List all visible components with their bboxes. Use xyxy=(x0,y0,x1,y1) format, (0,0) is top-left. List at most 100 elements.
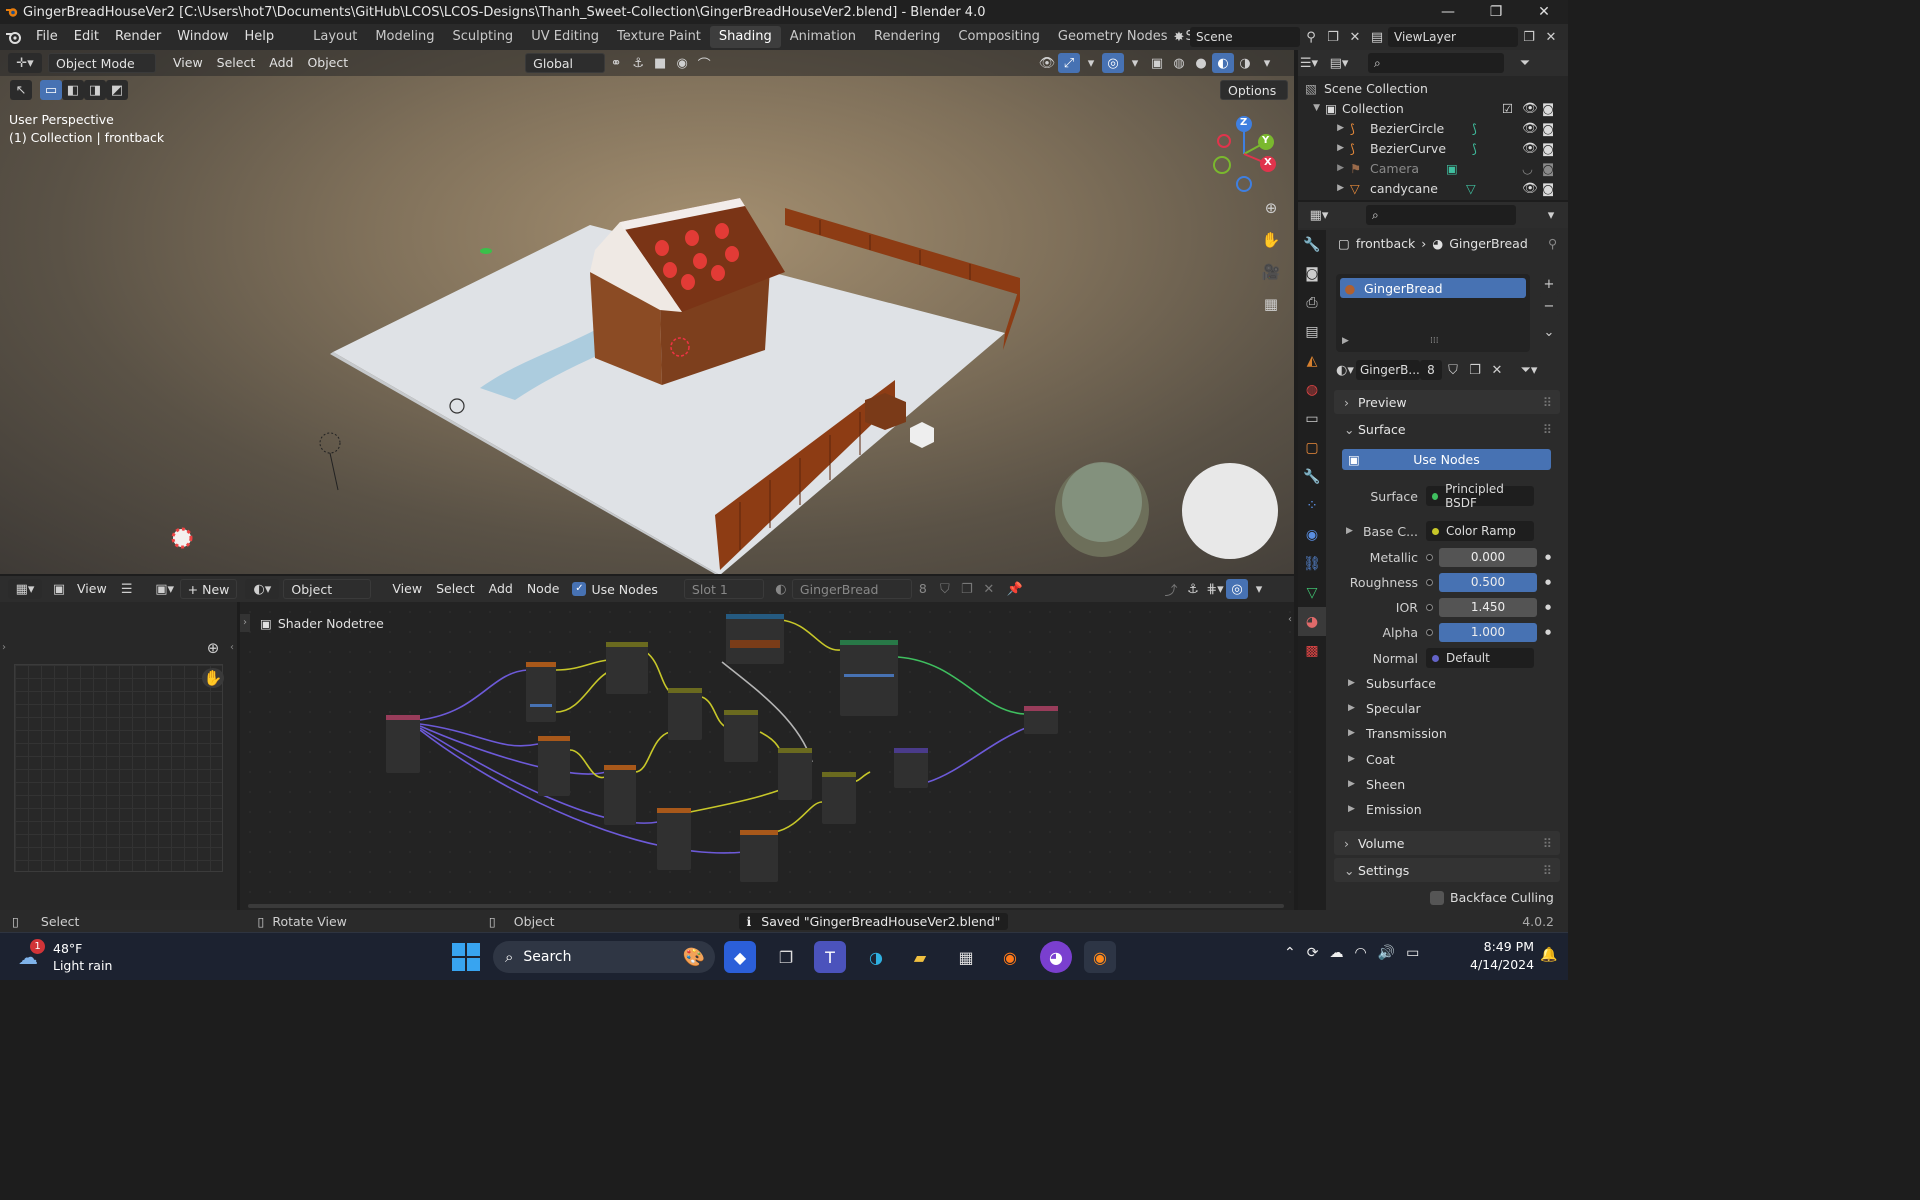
gizmo-toggle-icon[interactable]: ⤢ xyxy=(1058,53,1080,73)
status-message[interactable]: ℹ Saved "GingerBreadHouseVer2.blend" xyxy=(738,912,1009,930)
menu-file[interactable]: File xyxy=(28,24,66,50)
node-menu-node[interactable]: Node xyxy=(520,579,567,599)
material-users-count[interactable]: 8 xyxy=(1420,360,1442,380)
keyframe-dot-icon[interactable]: ● xyxy=(1545,603,1551,611)
expand-chevron-icon[interactable]: ▶ xyxy=(1298,143,1350,153)
surface-panel-header[interactable]: ⌄ Surface ⠿ xyxy=(1334,417,1560,441)
collection-tab-icon[interactable]: ▭ xyxy=(1298,404,1326,433)
keyframe-dot-icon[interactable]: ● xyxy=(1545,578,1551,586)
world-tab-icon[interactable]: ◍ xyxy=(1298,375,1326,404)
node-menu-add[interactable]: Add xyxy=(482,579,520,599)
maximize-button[interactable]: ❐ xyxy=(1472,0,1520,24)
pan-hand-icon[interactable]: ✋ xyxy=(1258,228,1284,252)
edge-app-icon[interactable]: ◑ xyxy=(860,941,892,973)
image-browse-icon[interactable]: ▣▾ xyxy=(154,579,176,599)
shader-node-editor[interactable]: › ▣ Shader Nodetree ‹ xyxy=(240,602,1294,910)
image-editor-type-icon[interactable]: ▦▾ xyxy=(8,579,42,599)
collection-row[interactable]: ▼ ▣ Collection ☑ 👁 ◙ xyxy=(1298,98,1568,118)
firefox-app-icon[interactable]: ◉ xyxy=(994,941,1026,973)
outliner-item-candycane[interactable]: ▶ ▽ candycane ▽ 👁 ◙ xyxy=(1298,178,1568,198)
node-fake-user-icon[interactable]: ⛉ xyxy=(934,579,956,599)
drag-handle-icon[interactable]: ⠿ xyxy=(1543,422,1552,437)
view-layer-selector[interactable]: ViewLayer xyxy=(1388,27,1518,47)
resize-grip-icon[interactable]: ⁞⁞⁞ xyxy=(1430,336,1439,346)
use-nodes-button[interactable]: ▣ Use Nodes xyxy=(1342,449,1551,470)
xray-icon[interactable]: ▣ xyxy=(1146,53,1168,73)
pivot-icon[interactable]: ⚭ xyxy=(605,53,627,73)
outliner-item-beziercurve[interactable]: ▶ ⟆ BezierCurve ⟆ 👁 ◙ xyxy=(1298,138,1568,158)
viewport-menu-object[interactable]: Object xyxy=(300,53,355,73)
pin-scene-icon[interactable]: ⚲ xyxy=(1300,27,1322,47)
modifier-tab-icon[interactable]: 🔧 xyxy=(1298,462,1326,491)
menu-help[interactable]: Help xyxy=(237,24,283,50)
surface-shader-selector[interactable]: Principled BSDF xyxy=(1426,482,1534,510)
navigation-gizmo[interactable]: Z Y X xyxy=(1208,114,1280,194)
scene-tab-icon[interactable]: ◭ xyxy=(1298,346,1326,375)
unlink-material-icon[interactable]: ✕ xyxy=(1486,360,1508,380)
pin-node-tree-icon[interactable]: 📌 xyxy=(1004,579,1026,599)
viewport-menu-view[interactable]: View xyxy=(166,53,210,73)
new-view-layer-icon[interactable]: ❐ xyxy=(1518,27,1540,47)
render-camera-icon[interactable]: ◙ xyxy=(1542,121,1554,136)
menu-window[interactable]: Window xyxy=(169,24,236,50)
node-duplicate-icon[interactable]: ❐ xyxy=(956,579,978,599)
view-layer-tab-icon[interactable]: ▤ xyxy=(1298,317,1326,346)
hamburger-menu-icon[interactable]: ☰ xyxy=(116,579,138,599)
metallic-field[interactable]: 0.000 xyxy=(1439,547,1537,567)
falloff-icon[interactable]: ⌒ xyxy=(693,53,715,73)
start-button[interactable] xyxy=(452,943,480,971)
drag-handle-icon[interactable]: ⠿ xyxy=(1543,395,1552,410)
image-pan-hand-icon[interactable]: ✋ xyxy=(202,668,224,688)
notification-bell-icon[interactable]: 🔔 xyxy=(1540,947,1557,963)
visibility-eye-icon[interactable]: 👁 xyxy=(1522,100,1538,116)
material-browse-icon[interactable]: ◐▾ xyxy=(1334,360,1356,380)
editor-type-icon[interactable]: ✛▾ xyxy=(8,53,42,73)
snap-icon[interactable]: ⚓ xyxy=(627,53,649,73)
tab-rendering[interactable]: Rendering xyxy=(865,26,949,48)
visibility-icon[interactable]: 👁 xyxy=(1036,53,1058,73)
data-tab-icon[interactable]: ▽ xyxy=(1298,578,1326,607)
specular-subpanel[interactable]: ▶ Specular xyxy=(1348,697,1558,719)
subsurface-subpanel[interactable]: ▶ Subsurface xyxy=(1348,672,1558,694)
tab-compositing[interactable]: Compositing xyxy=(949,26,1049,48)
blender-menu-icon[interactable] xyxy=(0,30,28,44)
expand-chevron-icon[interactable]: ▶ xyxy=(1298,183,1350,193)
outliner-search-input[interactable]: ⌕ xyxy=(1368,53,1504,73)
drag-handle-icon[interactable]: ⠿ xyxy=(1543,863,1552,878)
github-desktop-icon[interactable]: ◕ xyxy=(1040,941,1072,973)
node-editor-type-icon[interactable]: ◐▾ xyxy=(245,579,280,599)
minimize-button[interactable]: — xyxy=(1424,0,1472,24)
node-material-field[interactable]: GingerBread xyxy=(791,579,912,599)
preview-panel-header[interactable]: › Preview ⠿ xyxy=(1334,390,1560,414)
sheen-subpanel[interactable]: ▶ Sheen xyxy=(1348,773,1558,795)
snap-target-icon[interactable]: ■ xyxy=(649,53,671,73)
gizmo-options-icon[interactable]: ▾ xyxy=(1080,53,1102,73)
material-tab-icon[interactable]: ◕ xyxy=(1298,607,1326,636)
menu-render[interactable]: Render xyxy=(107,24,169,50)
ior-field[interactable]: 1.450 xyxy=(1439,597,1537,617)
texture-tab-icon[interactable]: ▩ xyxy=(1298,636,1326,665)
toolbar-expand-arrow-icon[interactable]: › xyxy=(2,642,6,653)
select-tool-icon[interactable]: ↖ xyxy=(10,80,32,100)
drag-handle-icon[interactable]: ⠿ xyxy=(1543,836,1552,851)
select-subtract-icon[interactable]: ◨ xyxy=(84,80,106,100)
backface-culling-checkbox[interactable]: Backface Culling xyxy=(1430,890,1554,905)
material-slot-selector[interactable]: Slot 1 xyxy=(683,579,764,599)
close-button[interactable]: ✕ xyxy=(1520,0,1568,24)
render-camera-icon[interactable]: ◙ xyxy=(1542,141,1554,156)
add-slot-icon[interactable]: + xyxy=(1538,274,1560,294)
image-zoom-icon[interactable]: ⊕ xyxy=(202,638,224,658)
render-camera-icon[interactable]: ◙ xyxy=(1542,101,1554,116)
wifi-icon[interactable]: ◠ xyxy=(1354,945,1366,961)
material-link-icon[interactable]: ⏷▾ xyxy=(1518,360,1540,380)
expand-chevron-icon[interactable]: ▶ xyxy=(1346,526,1353,536)
transform-orientation-selector[interactable]: Global xyxy=(525,53,606,73)
select-intersect-icon[interactable]: ◩ xyxy=(106,80,128,100)
material-slot-item[interactable]: ● GingerBread xyxy=(1340,278,1526,298)
expand-chevron-icon[interactable]: ▶ xyxy=(1298,123,1350,133)
slot-expand-icon[interactable]: ▶ xyxy=(1342,336,1349,346)
render-camera-icon[interactable]: ◙ xyxy=(1542,181,1554,196)
sync-icon[interactable]: ⟳ xyxy=(1307,945,1319,961)
shader-type-selector[interactable]: Object xyxy=(283,579,372,599)
ortho-grid-icon[interactable]: ▦ xyxy=(1258,292,1284,316)
